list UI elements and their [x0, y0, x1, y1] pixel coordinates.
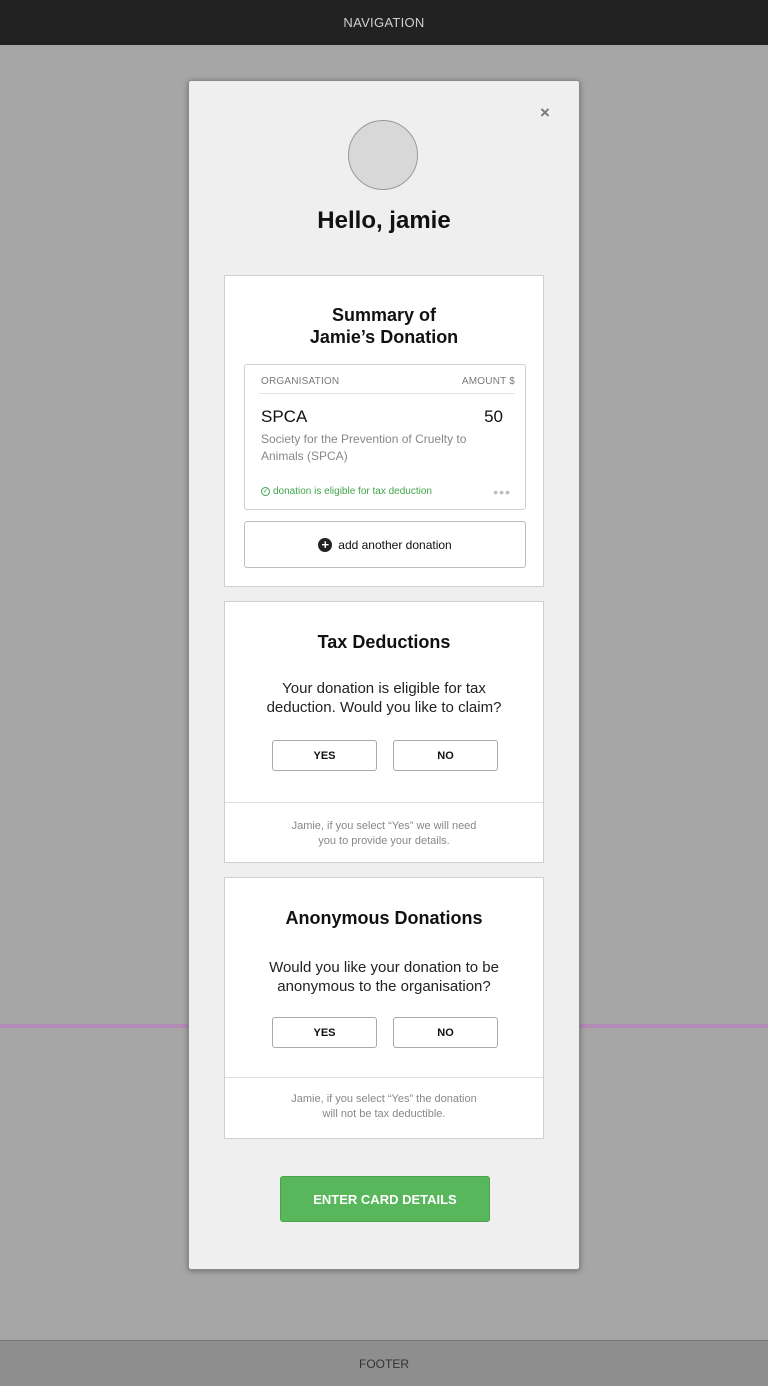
tax-question: Your donation is eligible for tax deduct…: [225, 679, 543, 717]
organisation-header: ORGANISATION: [261, 376, 340, 387]
footer-label: FOOTER: [359, 1356, 409, 1371]
add-donation-button[interactable]: + add another donation: [244, 521, 526, 568]
more-icon[interactable]: •••: [493, 485, 511, 499]
eligibility-text: donation is eligible for tax deduction: [273, 486, 432, 497]
tax-note-line2: you to provide your details.: [318, 835, 450, 847]
donation-modal: × Hello, jamie Summary of Jamie’s Donati…: [188, 80, 580, 1270]
summary-title-line1: Summary of: [331, 305, 437, 325]
donation-item: ORGANISATION AMOUNT $ SPCA 50 Society fo…: [244, 364, 526, 510]
add-donation-label: add another donation: [338, 537, 452, 552]
footer: FOOTER: [0, 1340, 768, 1386]
tax-question-line2: deduction. Would you like to claim?: [266, 699, 502, 716]
anonymous-no-button[interactable]: NO: [393, 1017, 498, 1048]
tax-yes-button[interactable]: YES: [272, 740, 377, 771]
anonymous-question-line1: Would you like your donation to be: [269, 959, 499, 976]
anonymous-title: Anonymous Donations: [285, 908, 483, 928]
anonymous-divider: [225, 1077, 543, 1078]
organisation-name: SPCA: [261, 407, 308, 426]
summary-title-line2: Jamie’s Donation: [309, 327, 459, 347]
tax-no-button[interactable]: NO: [393, 740, 498, 771]
tax-question-line1: Your donation is eligible for tax: [282, 680, 486, 697]
navigation-label: NAVIGATION: [343, 15, 425, 30]
tax-note-line1: Jamie, if you select “Yes” we will need: [291, 820, 477, 832]
check-circle-icon: ✓: [261, 487, 270, 496]
enter-card-details-button[interactable]: ENTER CARD DETAILS: [280, 1176, 490, 1222]
anonymous-question-line2: anonymous to the organisation?: [277, 978, 491, 995]
eligibility-status: ✓ donation is eligible for tax deduction: [261, 486, 432, 497]
summary-title: Summary of Jamie’s Donation: [225, 304, 543, 348]
header-divider: [259, 393, 515, 394]
summary-card: Summary of Jamie’s Donation ORGANISATION…: [224, 275, 544, 587]
donation-amount: 50: [484, 407, 503, 426]
anonymous-note-line2: will not be tax deductible.: [322, 1108, 446, 1120]
anonymous-yes-button[interactable]: YES: [272, 1017, 377, 1048]
close-icon[interactable]: ×: [537, 104, 553, 121]
tax-title: Tax Deductions: [317, 632, 451, 652]
tax-note: Jamie, if you select “Yes” we will need …: [225, 819, 543, 849]
anonymous-note-line1: Jamie, if you select “Yes” the donation: [291, 1093, 477, 1105]
avatar: [348, 120, 418, 190]
tax-deductions-card: Tax Deductions Your donation is eligible…: [224, 601, 544, 863]
navigation-bar: NAVIGATION: [0, 0, 768, 45]
anonymous-note: Jamie, if you select “Yes” the donation …: [225, 1092, 543, 1122]
anonymous-question: Would you like your donation to be anony…: [225, 958, 543, 996]
organisation-description: Society for the Prevention of Cruelty to…: [261, 432, 467, 463]
tax-divider: [225, 802, 543, 803]
plus-circle-icon: +: [318, 537, 333, 552]
anonymous-donations-card: Anonymous Donations Would you like your …: [224, 877, 544, 1139]
greeting-title: Hello, jamie: [317, 207, 451, 234]
amount-header: AMOUNT $: [461, 376, 515, 387]
